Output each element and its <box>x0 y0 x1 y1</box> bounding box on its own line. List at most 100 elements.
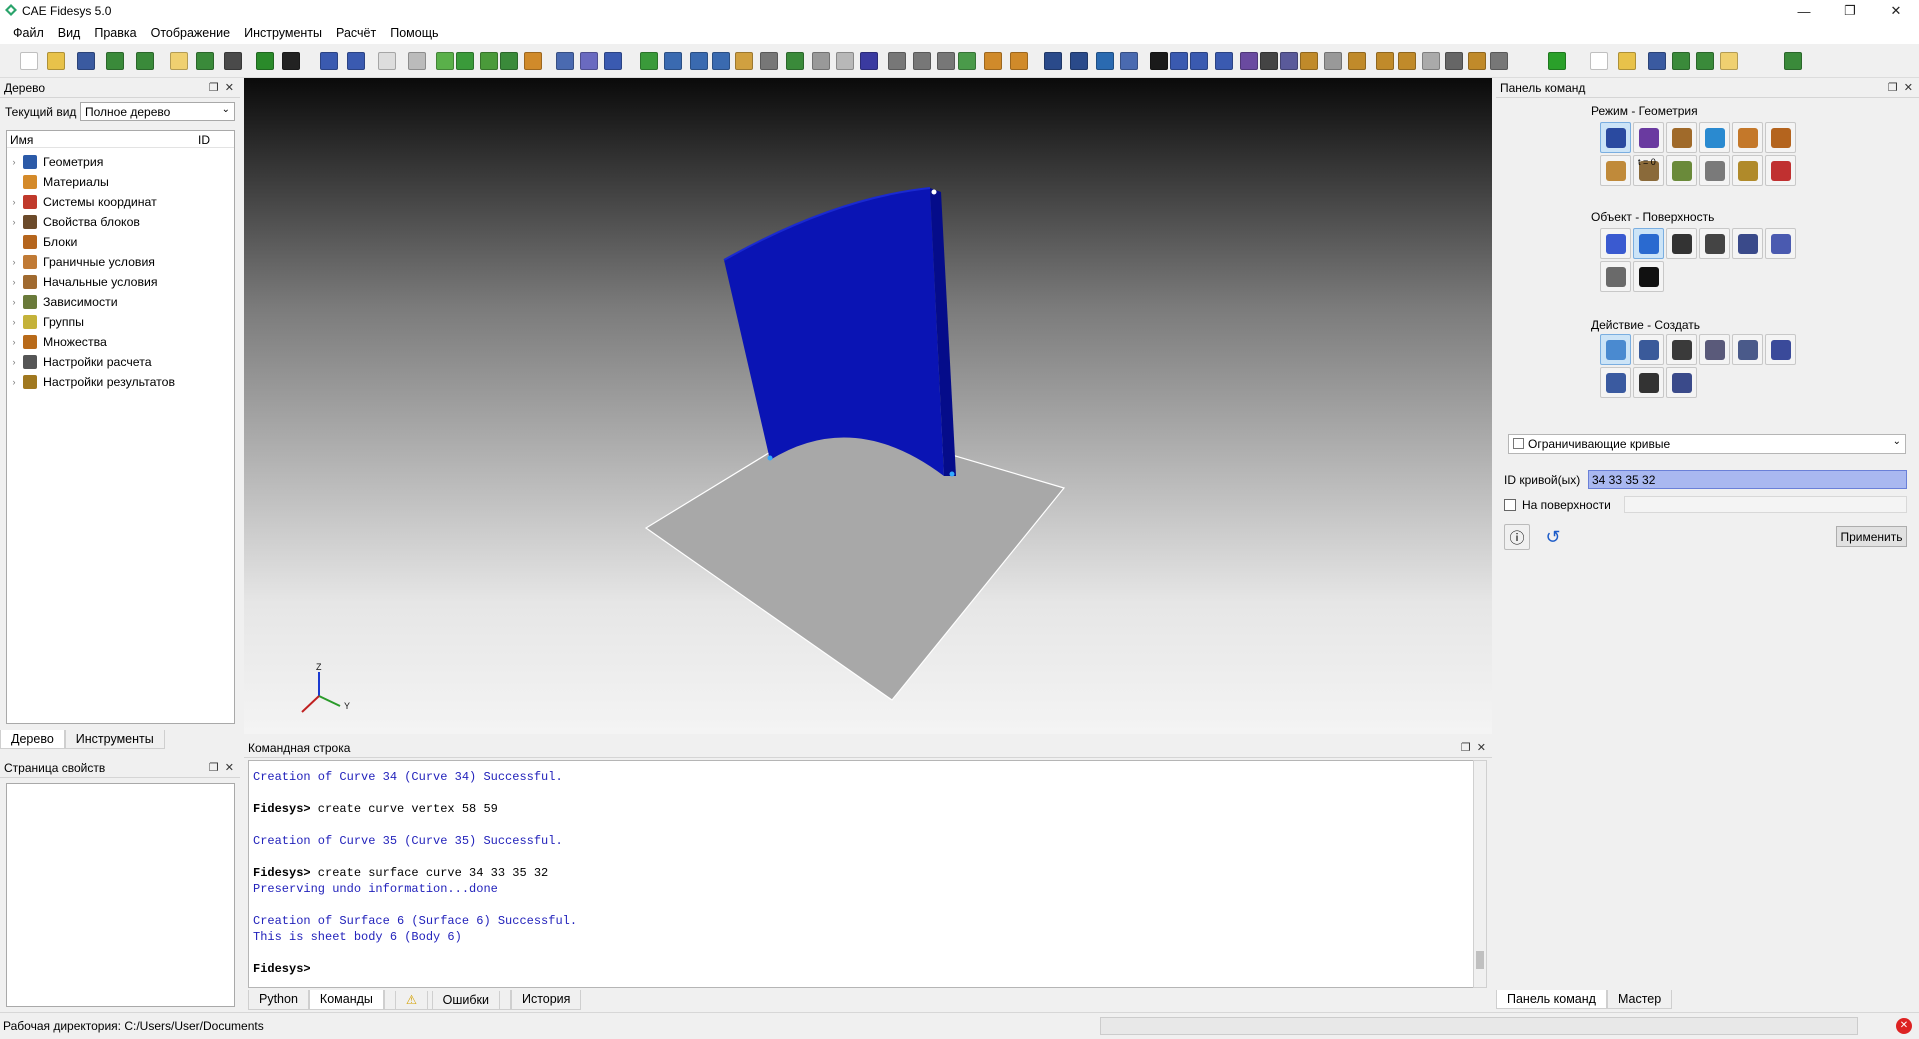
toolbar-tool-icon[interactable] <box>47 52 65 70</box>
menu-file[interactable]: Файл <box>6 26 51 40</box>
toolbar-tool-icon[interactable] <box>1096 52 1114 70</box>
action-merge-button[interactable] <box>1765 334 1796 365</box>
tab-tools[interactable]: Инструменты <box>64 730 165 749</box>
toolbar-tool-icon[interactable] <box>712 52 730 70</box>
menu-tools[interactable]: Инструменты <box>237 26 329 40</box>
toolbar-tool-icon[interactable] <box>378 52 396 70</box>
toolbar-tool-icon[interactable] <box>1648 52 1666 70</box>
on-surface-checkbox[interactable] <box>1504 499 1516 511</box>
reset-icon[interactable]: ↺ <box>1540 524 1566 550</box>
menu-edit[interactable]: Правка <box>87 26 143 40</box>
toolbar-tool-icon[interactable] <box>786 52 804 70</box>
expand-arrow-icon[interactable]: › <box>7 197 21 207</box>
tab-wizard[interactable]: Мастер <box>1606 990 1673 1009</box>
action-modify-button[interactable] <box>1633 334 1664 365</box>
toolbar-tool-icon[interactable] <box>937 52 955 70</box>
tree-item[interactable]: Материалы <box>7 172 234 192</box>
mode-sets-button[interactable] <box>1765 122 1796 153</box>
expand-arrow-icon[interactable]: › <box>7 337 21 347</box>
toolbar-tool-icon[interactable] <box>1422 52 1440 70</box>
tree-item[interactable]: › Граничные условия <box>7 252 234 272</box>
toolbar-tool-icon[interactable] <box>480 52 498 70</box>
dropdown-checkbox[interactable] <box>1513 438 1524 449</box>
mode-bc-button[interactable] <box>1600 155 1631 186</box>
action-boolean-button[interactable] <box>1600 367 1631 398</box>
toolbar-tool-icon[interactable] <box>1120 52 1138 70</box>
toolbar-tool-icon[interactable] <box>347 52 365 70</box>
toolbar-tool-icon[interactable] <box>170 52 188 70</box>
toolbar-tool-icon[interactable] <box>320 52 338 70</box>
tree-item[interactable]: › Начальные условия <box>7 272 234 292</box>
props-panel-close-icon[interactable]: ❐ ✕ <box>209 758 234 778</box>
object-text-button[interactable] <box>1633 261 1664 292</box>
3d-viewport[interactable]: Z Y <box>244 78 1492 734</box>
object-volume-button[interactable] <box>1600 228 1631 259</box>
toolbar-tool-icon[interactable] <box>1070 52 1088 70</box>
toolbar-tool-icon[interactable] <box>20 52 38 70</box>
toolbar-tool-icon[interactable] <box>836 52 854 70</box>
toolbar-tool-icon[interactable] <box>1548 52 1566 70</box>
toolbar-tool-icon[interactable] <box>604 52 622 70</box>
mode-chart-button[interactable] <box>1666 155 1697 186</box>
menu-calc[interactable]: Расчёт <box>329 26 383 40</box>
tab-tree[interactable]: Дерево <box>0 730 65 749</box>
object-group-button[interactable] <box>1765 228 1796 259</box>
menu-display[interactable]: Отображение <box>144 26 237 40</box>
minimize-button[interactable]: — <box>1781 0 1827 22</box>
tab-errors[interactable]: ⚠ Ошибки <box>383 990 511 1010</box>
mode-material-button[interactable] <box>1666 122 1697 153</box>
toolbar-tool-icon[interactable] <box>500 52 518 70</box>
toolbar-tool-icon[interactable] <box>580 52 598 70</box>
toolbar-tool-icon[interactable] <box>436 52 454 70</box>
menu-help[interactable]: Помощь <box>383 26 445 40</box>
object-vertex-button[interactable] <box>1699 228 1730 259</box>
toolbar-tool-icon[interactable] <box>1784 52 1802 70</box>
toolbar-tool-icon[interactable] <box>690 52 708 70</box>
action-sweep-button[interactable] <box>1666 367 1697 398</box>
expand-arrow-icon[interactable]: › <box>7 257 21 267</box>
toolbar-tool-icon[interactable] <box>556 52 574 70</box>
tree-item[interactable]: › Зависимости <box>7 292 234 312</box>
mode-mesh-button[interactable] <box>1633 122 1664 153</box>
tab-history[interactable]: История <box>510 990 582 1010</box>
tree-item[interactable]: › Группы <box>7 312 234 332</box>
toolbar-tool-icon[interactable] <box>1170 52 1188 70</box>
expand-arrow-icon[interactable]: › <box>7 317 21 327</box>
menu-view[interactable]: Вид <box>51 26 88 40</box>
mode-results-button[interactable] <box>1732 155 1763 186</box>
toolbar-tool-icon[interactable] <box>1150 52 1168 70</box>
toolbar-tool-icon[interactable] <box>256 52 274 70</box>
apply-button[interactable]: Применить <box>1836 526 1907 547</box>
model-tree[interactable]: Имя ID › Геометрия Материалы › Системы коорд… <box>6 130 235 724</box>
toolbar-tool-icon[interactable] <box>106 52 124 70</box>
tab-command-panel[interactable]: Панель команд <box>1496 990 1607 1009</box>
toolbar-tool-icon[interactable] <box>1215 52 1233 70</box>
expand-arrow-icon[interactable]: › <box>7 157 21 167</box>
toolbar-tool-icon[interactable] <box>1190 52 1208 70</box>
maximize-button[interactable]: ❐ <box>1827 0 1873 22</box>
toolbar-tool-icon[interactable] <box>1672 52 1690 70</box>
toolbar-tool-icon[interactable] <box>77 52 95 70</box>
toolbar-tool-icon[interactable] <box>640 52 658 70</box>
mode-coords-button[interactable] <box>1699 122 1730 153</box>
bounding-curves-dropdown[interactable]: Ограничивающие кривые ⌄ <box>1508 434 1906 454</box>
toolbar-tool-icon[interactable] <box>1696 52 1714 70</box>
toolbar-tool-icon[interactable] <box>456 52 474 70</box>
tree-item[interactable]: › Множества <box>7 332 234 352</box>
toolbar-tool-icon[interactable] <box>888 52 906 70</box>
toolbar-tool-icon[interactable] <box>1324 52 1342 70</box>
tab-python[interactable]: Python <box>248 990 309 1010</box>
tree-item[interactable]: › Свойства блоков <box>7 212 234 232</box>
toolbar-tool-icon[interactable] <box>860 52 878 70</box>
toolbar-tool-icon[interactable] <box>913 52 931 70</box>
tree-item[interactable]: › Настройки результатов <box>7 372 234 392</box>
object-body-button[interactable] <box>1732 228 1763 259</box>
tab-commands[interactable]: Команды <box>308 990 384 1010</box>
command-panel-close-icon[interactable]: ❐ ✕ <box>1888 78 1913 98</box>
toolbar-tool-icon[interactable] <box>1398 52 1416 70</box>
mode-view-button[interactable] <box>1765 155 1796 186</box>
expand-arrow-icon[interactable]: › <box>7 217 21 227</box>
toolbar-tool-icon[interactable] <box>1490 52 1508 70</box>
toolbar-tool-icon[interactable] <box>1260 52 1278 70</box>
mode-calc-button[interactable] <box>1699 155 1730 186</box>
